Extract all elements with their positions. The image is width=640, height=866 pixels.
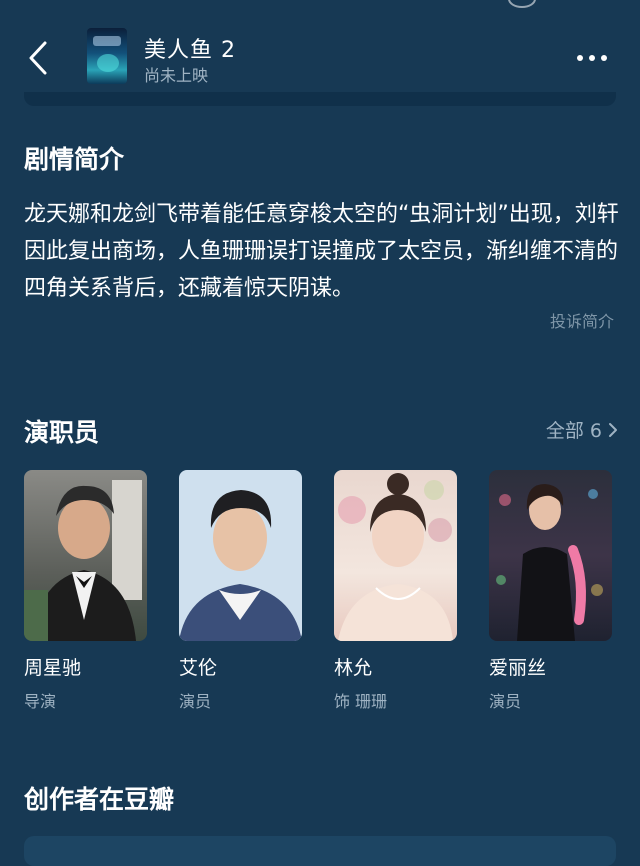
poster-art: [97, 54, 119, 72]
cast-card[interactable]: 爱丽丝 演员: [489, 470, 612, 712]
all-cast-label: 全部 6: [545, 420, 602, 442]
chevron-left-icon: [29, 41, 47, 75]
movie-title: 美人鱼 2: [144, 38, 236, 63]
cast-role: 演员: [489, 692, 522, 711]
cast-heading: 演职员: [24, 418, 100, 447]
top-nav-bar: 美人鱼 2 尚未上映: [0, 0, 640, 100]
cast-name: 林允: [334, 657, 373, 679]
cast-name: 爱丽丝: [489, 657, 547, 679]
cast-role: 导演: [24, 692, 57, 711]
synopsis-text: 龙天娜和龙剑飞带着能任意穿梭太空的“虫洞计划”出现，刘轩因此复出商场，人鱼珊珊误…: [24, 202, 619, 301]
cast-name: 艾伦: [179, 657, 218, 679]
creators-card[interactable]: [24, 836, 616, 866]
cast-card[interactable]: 艾伦 演员: [179, 470, 302, 712]
cast-role: 演员: [179, 692, 212, 711]
chevron-right-icon: [609, 422, 617, 437]
portrait-art: [24, 480, 142, 641]
cast-photo: [24, 470, 147, 641]
report-synopsis-link[interactable]: 投诉简介: [550, 308, 614, 332]
cast-photo: [489, 470, 612, 641]
poster-art: [93, 36, 121, 46]
cast-card[interactable]: 林允 饰 珊珊: [334, 470, 457, 712]
release-status: 尚未上映: [144, 66, 209, 85]
portrait-art: [179, 490, 302, 641]
portrait-art: [338, 473, 453, 641]
cast-photo: [179, 470, 302, 641]
movie-poster-thumbnail[interactable]: [87, 28, 127, 84]
cast-card[interactable]: 周星驰 导演: [24, 470, 147, 712]
more-dot-icon: [589, 55, 595, 61]
all-cast-link[interactable]: 全部 6: [546, 416, 618, 443]
more-dot-icon: [577, 55, 583, 61]
creators-heading: 创作者在豆瓣: [24, 785, 175, 814]
synopsis-heading: 剧情简介: [24, 145, 125, 174]
back-button[interactable]: [20, 38, 56, 78]
cast-photo: [334, 470, 457, 641]
more-dot-icon: [601, 55, 607, 61]
more-options-button[interactable]: [570, 44, 614, 72]
cast-list: 周星驰 导演 艾伦 演员 林允 饰 珊珊 爱丽丝 演员: [24, 470, 616, 712]
cast-name: 周星驰: [24, 657, 82, 679]
portrait-art: [496, 484, 603, 641]
collapsed-card-edge: [24, 92, 616, 106]
cast-role: 饰 珊珊: [334, 692, 388, 711]
